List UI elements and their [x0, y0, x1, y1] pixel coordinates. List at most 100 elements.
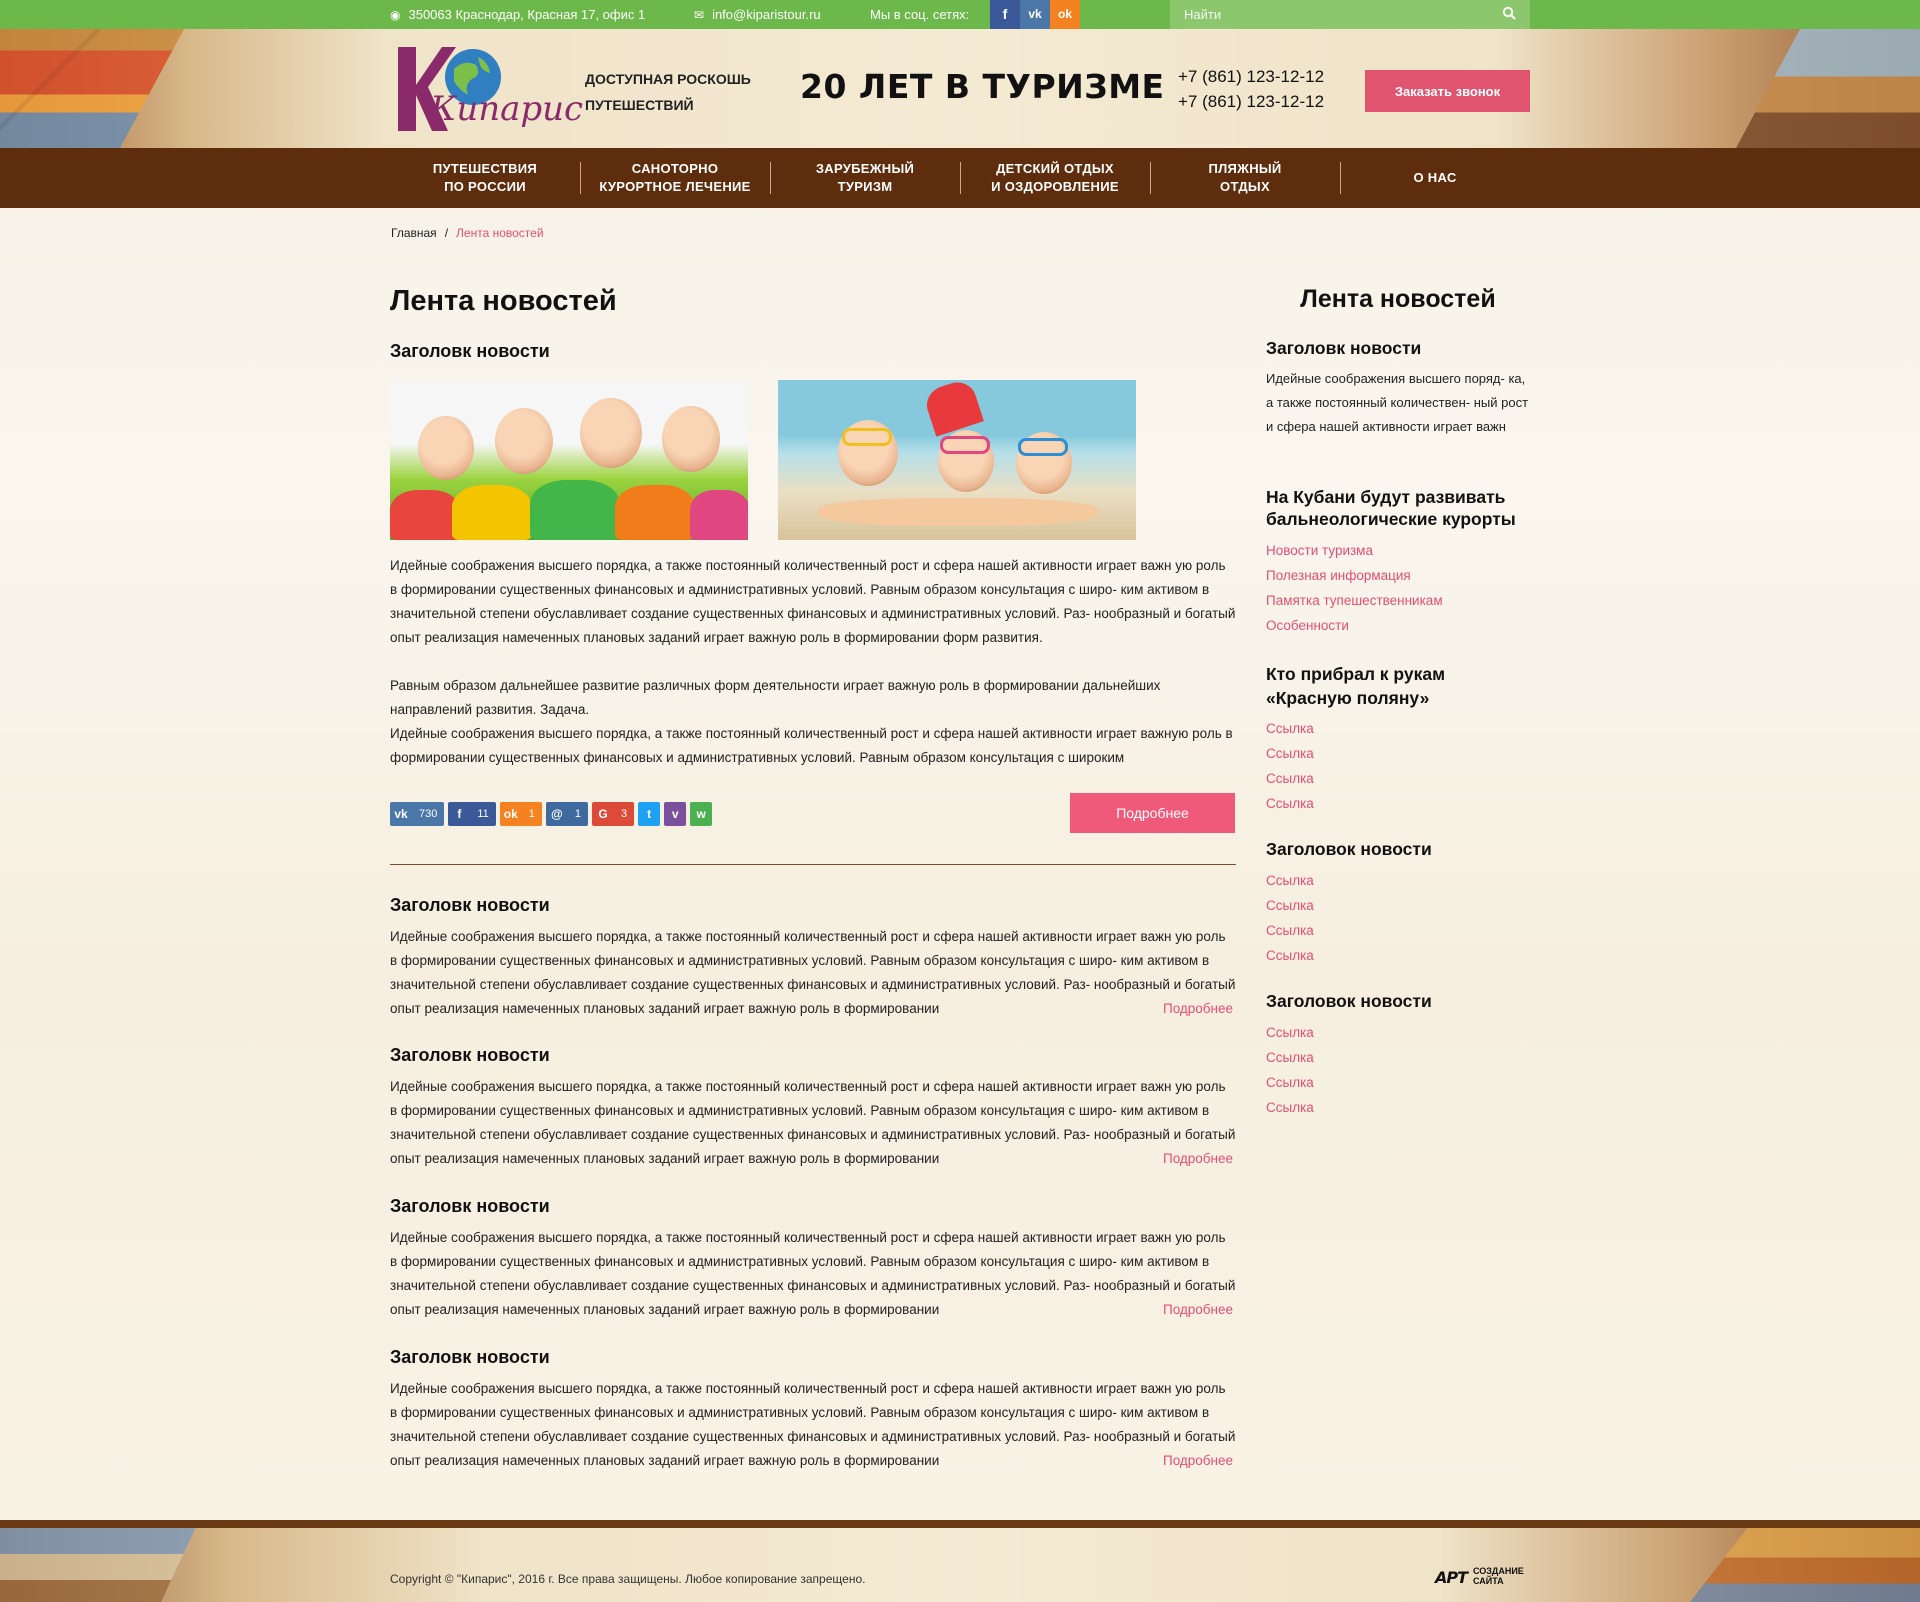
odnoklassniki-icon[interactable]: ok	[1050, 0, 1080, 29]
share-count: 730	[419, 808, 438, 820]
news-photo-kids-on-beach[interactable]	[778, 380, 1136, 540]
sidebar-link[interactable]: Ссылка	[1266, 1070, 1532, 1095]
sidebar-block-1: Заголовк новости Идейные соображения выс…	[1266, 337, 1532, 439]
share-moimir[interactable]: @1	[545, 802, 589, 826]
share-vk[interactable]: vk 730	[390, 802, 445, 826]
whatsapp-icon: w	[696, 807, 706, 821]
news-item-title[interactable]: Заголовк новости	[390, 1196, 1236, 1217]
sidebar-link[interactable]: Ссылка	[1266, 741, 1532, 766]
sidebar-block-title[interactable]: Заголовк новости	[1266, 337, 1532, 359]
footer: Copyright © "Кипарис", 2016 г. Все права…	[0, 1520, 1920, 1602]
featured-news-title[interactable]: Заголовк новости	[390, 341, 550, 362]
search-icon[interactable]	[1502, 6, 1516, 20]
news-item-more-link[interactable]: Подробнее	[1163, 1449, 1233, 1473]
sidebar-link[interactable]: Ссылка	[1266, 716, 1532, 741]
sidebar-link[interactable]: Ссылка	[1266, 893, 1532, 918]
news-item-more-link[interactable]: Подробнее	[1163, 1147, 1233, 1171]
phone-1[interactable]: +7 (861) 123-12-12	[1178, 64, 1324, 89]
sidebar-link[interactable]: Особенности	[1266, 613, 1532, 638]
footer-decoration-right	[1690, 1528, 1920, 1602]
copyright: Copyright © "Кипарис", 2016 г. Все права…	[390, 1572, 866, 1586]
news-item: Заголовк новости Идейные соображения выс…	[390, 1196, 1236, 1322]
twitter-icon: t	[647, 807, 652, 821]
sidebar-link[interactable]: Полезная информация	[1266, 563, 1532, 588]
sidebar-link[interactable]: Ссылка	[1266, 791, 1532, 816]
top-bar: ◉ 350063 Краснодар, Красная 17, офис 1 ✉ i…	[0, 0, 1920, 29]
sidebar-link[interactable]: Новости туризма	[1266, 538, 1532, 563]
main-nav: ПУТЕШЕСТВИЯ ПО РОССИИ САНОТОРНО КУРОРТНО…	[0, 148, 1920, 208]
email-text[interactable]: info@kiparistour.ru	[712, 7, 821, 22]
vkontakte-icon[interactable]: vk	[1020, 0, 1050, 29]
logo[interactable]: Кипарис	[390, 47, 583, 133]
phone-2[interactable]: +7 (861) 123-12-12	[1178, 89, 1324, 114]
mail-icon: ✉	[694, 8, 705, 22]
share-count: 11	[477, 808, 489, 820]
news-item: Заголовк новости Идейные соображения выс…	[390, 1347, 1236, 1473]
news-item: Заголовк новости Идейные соображения выс…	[390, 895, 1236, 1021]
search-input[interactable]	[1170, 0, 1470, 29]
featured-paragraph-3: Идейные соображения высшего порядка, а т…	[390, 726, 1233, 765]
sidebar-link[interactable]: Ссылка	[1266, 766, 1532, 791]
callback-button[interactable]: Заказать звонок	[1365, 70, 1530, 112]
sidebar-link[interactable]: Ссылка	[1266, 918, 1532, 943]
news-item-title[interactable]: Заголовк новости	[390, 895, 1236, 916]
sidebar-link[interactable]: Ссылка	[1266, 1045, 1532, 1070]
nav-item-kids-rest[interactable]: ДЕТСКИЙ ОТДЫХ И ОЗДОРОВЛЕНИЕ	[960, 148, 1150, 208]
breadcrumb-home[interactable]: Главная	[391, 226, 437, 240]
featured-paragraph-1: Идейные соображения высшего порядка, а т…	[390, 558, 1236, 645]
share-count: 1	[574, 808, 582, 820]
sidebar-link[interactable]: Ссылка	[1266, 1095, 1532, 1120]
viber-icon: v	[671, 807, 679, 821]
news-item-title[interactable]: Заголовк новости	[390, 1045, 1236, 1066]
sidebar-link[interactable]: Ссылка	[1266, 1020, 1532, 1045]
sidebar-block-3: Кто прибрал к рукам «Красную поляну» Ссы…	[1266, 662, 1532, 816]
nav-item-sanatorium[interactable]: САНОТОРНО КУРОРТНОЕ ЛЕЧЕНИЕ	[580, 148, 770, 208]
share-twitter[interactable]: t	[638, 802, 661, 826]
sidebar-block-title[interactable]: Заголовок новости	[1266, 990, 1532, 1012]
share-google-plus[interactable]: G3	[592, 802, 635, 826]
share-facebook[interactable]: f 11	[448, 802, 496, 826]
share-whatsapp[interactable]: w	[690, 802, 713, 826]
nav-item-russia-travel[interactable]: ПУТЕШЕСТВИЯ ПО РОССИИ	[390, 148, 580, 208]
nav-item-beach[interactable]: ПЛЯЖНЫЙ ОТДЫХ	[1150, 148, 1340, 208]
moimir-icon: @	[551, 807, 563, 821]
sidebar-block-2: На Кубани будут развивать бальнеологичес…	[1266, 486, 1532, 638]
news-item-more-link[interactable]: Подробнее	[1163, 997, 1233, 1021]
news-item-text: Идейные соображения высшего порядка, а т…	[390, 929, 1236, 1016]
read-more-button[interactable]: Подробнее	[1070, 793, 1235, 833]
sidebar-link[interactable]: Ссылка	[1266, 868, 1532, 893]
breadcrumb-separator: /	[444, 226, 449, 240]
developer-logo-mark: АРТ	[1435, 1568, 1468, 1587]
featured-paragraph-2: Равным образом дальнейшее развитие разли…	[390, 678, 1161, 717]
sidebar-block-title[interactable]: Заголовок новости	[1266, 838, 1532, 860]
developer-text-line-2: САЙТА	[1473, 1576, 1504, 1586]
sidebar-block-title[interactable]: На Кубани будут развивать бальнеологичес…	[1266, 486, 1532, 530]
email[interactable]: ✉ info@kiparistour.ru	[694, 0, 821, 29]
vk-icon: vk	[394, 807, 408, 821]
sidebar-link[interactable]: Памятка тупешественникам	[1266, 588, 1532, 613]
sidebar-block-title[interactable]: Кто прибрал к рукам «Красную поляну»	[1266, 662, 1532, 710]
share-viber[interactable]: v	[664, 802, 687, 826]
address: ◉ 350063 Краснодар, Красная 17, офис 1	[390, 0, 645, 29]
nav-item-about[interactable]: О НАС	[1340, 148, 1530, 208]
share-count: 3	[621, 808, 628, 820]
breadcrumb-current: Лента новостей	[456, 226, 544, 240]
share-buttons: vk 730 f 11 ok 1 @1 G3 t v w	[390, 802, 713, 826]
nav-item-foreign-tourism[interactable]: ЗАРУБЕЖНЫЙ ТУРИЗМ	[770, 148, 960, 208]
social-label: Мы в соц. сетях:	[870, 7, 970, 22]
slogan: 20 ЛЕТ В ТУРИЗМЕ	[800, 67, 1165, 106]
location-pin-icon: ◉	[390, 8, 401, 22]
sidebar-block-text: Идейные соображения высшего поряд- ка, а…	[1266, 371, 1529, 434]
developer-logo-text: СОЗДАНИЕ САЙТА	[1473, 1566, 1524, 1586]
header-decoration-left	[0, 29, 184, 148]
facebook-icon[interactable]: f	[990, 0, 1020, 29]
developer-logo[interactable]: АРТ СОЗДАНИЕ САЙТА	[1435, 1562, 1531, 1590]
page-title: Лента новостей	[390, 285, 617, 317]
sidebar-link[interactable]: Ссылка	[1266, 943, 1532, 968]
news-item-more-link[interactable]: Подробнее	[1163, 1298, 1233, 1322]
share-odnoklassniki[interactable]: ok 1	[499, 802, 542, 826]
news-photo-kids-on-grass[interactable]	[390, 380, 748, 540]
search-box	[1170, 0, 1530, 29]
news-item-title[interactable]: Заголовк новости	[390, 1347, 1236, 1368]
breadcrumb: Главная / Лента новостей	[391, 226, 544, 240]
